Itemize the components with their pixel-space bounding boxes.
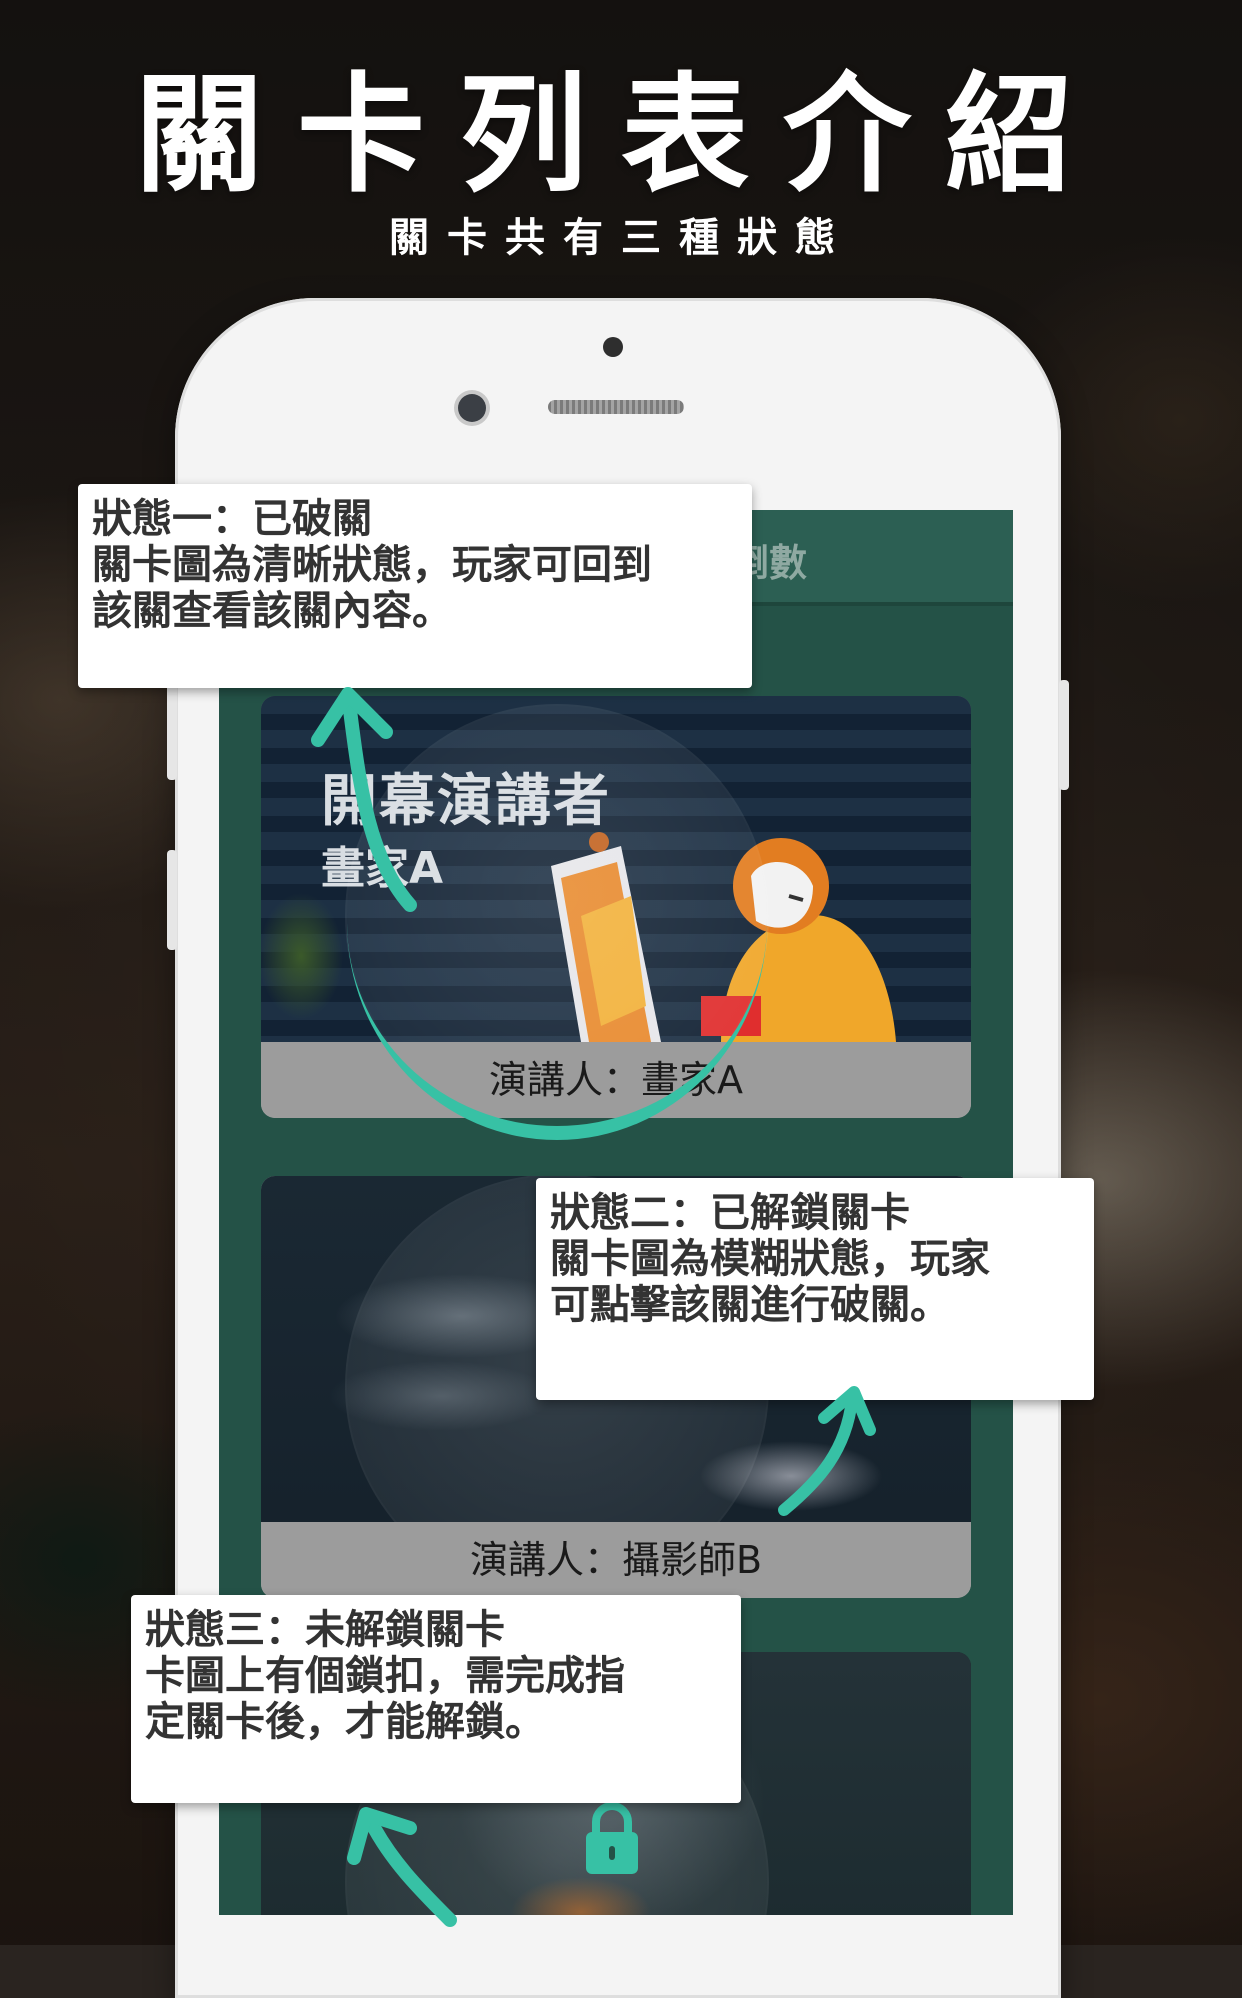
orange-blur — [481, 1852, 681, 1915]
phone-volume-button-2 — [167, 850, 177, 950]
callout-line: 關卡圖為模糊狀態，玩家 — [550, 1236, 990, 1282]
curved-arrow-icon — [778, 1386, 876, 1516]
callout-state-unlocked: 狀態二：已解鎖關卡 關卡圖為模糊狀態，玩家 可點擊該關進行破關。 — [536, 1178, 1094, 1400]
curved-arrow-icon — [311, 687, 417, 912]
level-caption: 演講人：攝影師B — [261, 1522, 971, 1598]
earpiece-speaker — [548, 400, 684, 414]
callout-heading: 狀態二：已解鎖關卡 — [550, 1190, 910, 1236]
callout-line: 卡圖上有個鎖扣，需完成指 — [145, 1653, 625, 1699]
callout-line: 可點擊該關進行破關。 — [550, 1282, 950, 1328]
front-camera — [458, 394, 486, 422]
proximity-sensor — [603, 337, 623, 357]
phone-power-button — [1059, 680, 1069, 790]
callout-line: 該關查看該關內容。 — [92, 588, 452, 634]
curved-arrow-icon — [347, 1807, 457, 1927]
phone-volume-button — [167, 680, 177, 780]
callout-heading: 狀態三：未解鎖關卡 — [145, 1607, 505, 1653]
callout-heading: 狀態一：已破關 — [92, 496, 372, 542]
page-title: 關卡列表介紹 — [134, 61, 1107, 210]
callout-line: 關卡圖為清晰狀態，玩家可回到 — [92, 542, 652, 588]
lock-icon — [586, 1802, 638, 1874]
callout-line: 定關卡後，才能解鎖。 — [145, 1699, 545, 1745]
callout-state-locked: 狀態三：未解鎖關卡 卡圖上有個鎖扣，需完成指 定關卡後，才能解鎖。 — [131, 1595, 741, 1803]
callout-state-completed: 狀態一：已破關 關卡圖為清晰狀態，玩家可回到 該關查看該關內容。 — [78, 484, 752, 688]
page-subtitle: 關卡共有三種狀態 — [389, 215, 853, 261]
